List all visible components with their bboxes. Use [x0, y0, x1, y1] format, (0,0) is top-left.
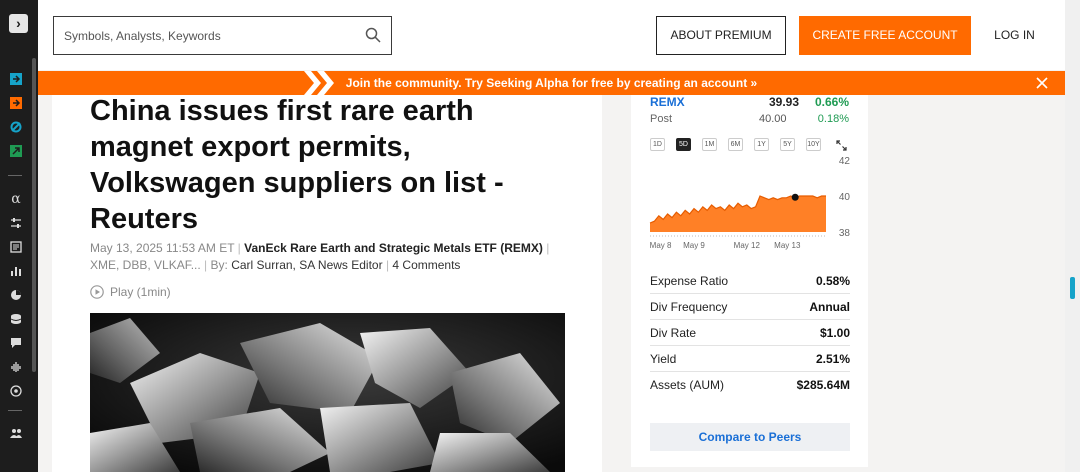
alpha-icon[interactable]: α	[9, 191, 23, 207]
quote-panel: REMX 39.93 0.66% Post 40.00 0.18% 1D 5D 1M…	[631, 95, 868, 467]
y-tick-label: 38	[839, 228, 851, 239]
x-tick-label: May 8	[650, 241, 672, 250]
ticker-price: 39.93	[769, 95, 800, 109]
author-role: SA News Editor	[299, 258, 383, 272]
log-in-button[interactable]: LOG IN	[977, 16, 1052, 55]
search-box	[53, 16, 392, 55]
y-tick-label: 40	[839, 192, 851, 203]
target-icon[interactable]	[9, 384, 23, 398]
ticker-symbol[interactable]: REMX	[650, 95, 685, 109]
by-label: By:	[210, 258, 228, 272]
search-icon[interactable]	[365, 27, 381, 43]
y-tick-label: 42	[839, 156, 851, 167]
news-icon[interactable]	[9, 240, 23, 254]
stat-label: Expense Ratio	[650, 273, 729, 288]
post-market-change: 0.18%	[817, 113, 849, 125]
post-market-label: Post	[650, 113, 673, 125]
podcast-icon[interactable]	[9, 360, 23, 374]
article-meta: May 13, 2025 11:53 AM ET | VanEck Rare E…	[90, 241, 550, 272]
compare-to-peers-button[interactable]: Compare to Peers	[650, 423, 850, 451]
search-input[interactable]	[64, 17, 354, 54]
primary-ticker-link[interactable]: VanEck Rare Earth and Strategic Metals E…	[244, 241, 543, 255]
play-label: Play (1min)	[110, 285, 171, 299]
stat-value: $1.00	[819, 325, 850, 340]
stat-row: Div Rate $1.00	[650, 320, 850, 346]
create-account-button[interactable]: CREATE FREE ACCOUNT	[799, 16, 971, 55]
stat-row: Expense Ratio 0.58%	[650, 268, 850, 294]
alpha-picks-icon[interactable]	[9, 120, 23, 134]
article-hero-image	[90, 313, 565, 472]
play-icon	[90, 285, 104, 299]
about-premium-button[interactable]: ABOUT PREMIUM	[656, 16, 786, 55]
bar-chart-icon[interactable]	[9, 264, 23, 278]
stat-row: Assets (AUM) $285.64M	[650, 372, 850, 398]
article-date: May 13, 2025 11:53 AM ET	[90, 241, 235, 255]
post-market-price: 40.00	[759, 113, 787, 125]
stat-value: Annual	[809, 299, 850, 314]
fund-stats: Expense Ratio 0.58% Div Frequency Annual Div…	[650, 268, 850, 398]
author-link[interactable]: Carl Surran	[231, 258, 292, 272]
top-header: ABOUT PREMIUM CREATE FREE ACCOUNT LOG IN	[38, 0, 1080, 70]
login-icon[interactable]	[9, 96, 23, 110]
page-scrollbar-thumb[interactable]	[1070, 277, 1075, 299]
price-marker	[791, 193, 799, 201]
comments-link[interactable]: 4 Comments	[392, 258, 460, 272]
article-card: China issues first rare earth magnet exp…	[52, 95, 602, 472]
database-icon[interactable]	[9, 312, 23, 326]
promo-text[interactable]: Join the community. Try Seeking Alpha fo…	[38, 71, 1065, 95]
sliders-icon[interactable]	[9, 216, 23, 230]
stat-value: $285.64M	[796, 378, 850, 392]
stat-label: Div Frequency	[650, 299, 728, 314]
price-area	[650, 196, 826, 232]
x-tick-label: May 13	[774, 241, 801, 250]
stat-label: Yield	[650, 351, 677, 366]
promo-banner[interactable]: Join the community. Try Seeking Alpha fo…	[38, 71, 1065, 95]
page-scrollbar[interactable]	[1065, 0, 1080, 472]
rail-scrollbar[interactable]	[32, 58, 36, 372]
stat-value: 0.58%	[815, 273, 850, 288]
stat-row: Div Frequency Annual	[650, 294, 850, 320]
left-rail: › α	[0, 0, 38, 472]
stat-label: Assets (AUM)	[650, 378, 725, 392]
x-tick-label: May 12	[734, 241, 761, 250]
stat-value: 2.51%	[815, 351, 850, 366]
ticker-change: 0.66%	[814, 95, 849, 109]
rail-expand-button[interactable]: ›	[9, 14, 28, 33]
other-tickers[interactable]: XME, DBB, VLKAF...	[90, 258, 201, 272]
chat-icon[interactable]	[9, 336, 23, 350]
community-icon[interactable]	[9, 426, 23, 440]
x-tick-label: May 9	[683, 241, 705, 250]
close-icon[interactable]	[1035, 76, 1049, 90]
play-audio-button[interactable]: Play (1min)	[90, 285, 171, 299]
price-chart[interactable]: 42 40 38 May 8 May 9 May 12 May 13	[631, 150, 868, 260]
article-headline: China issues first rare earth magnet exp…	[90, 95, 504, 235]
stat-row: Yield 2.51%	[650, 346, 850, 372]
portfolio-icon[interactable]	[9, 72, 23, 86]
send-icon[interactable]	[9, 144, 23, 158]
stat-label: Div Rate	[650, 325, 697, 340]
pie-chart-icon[interactable]	[9, 288, 23, 302]
